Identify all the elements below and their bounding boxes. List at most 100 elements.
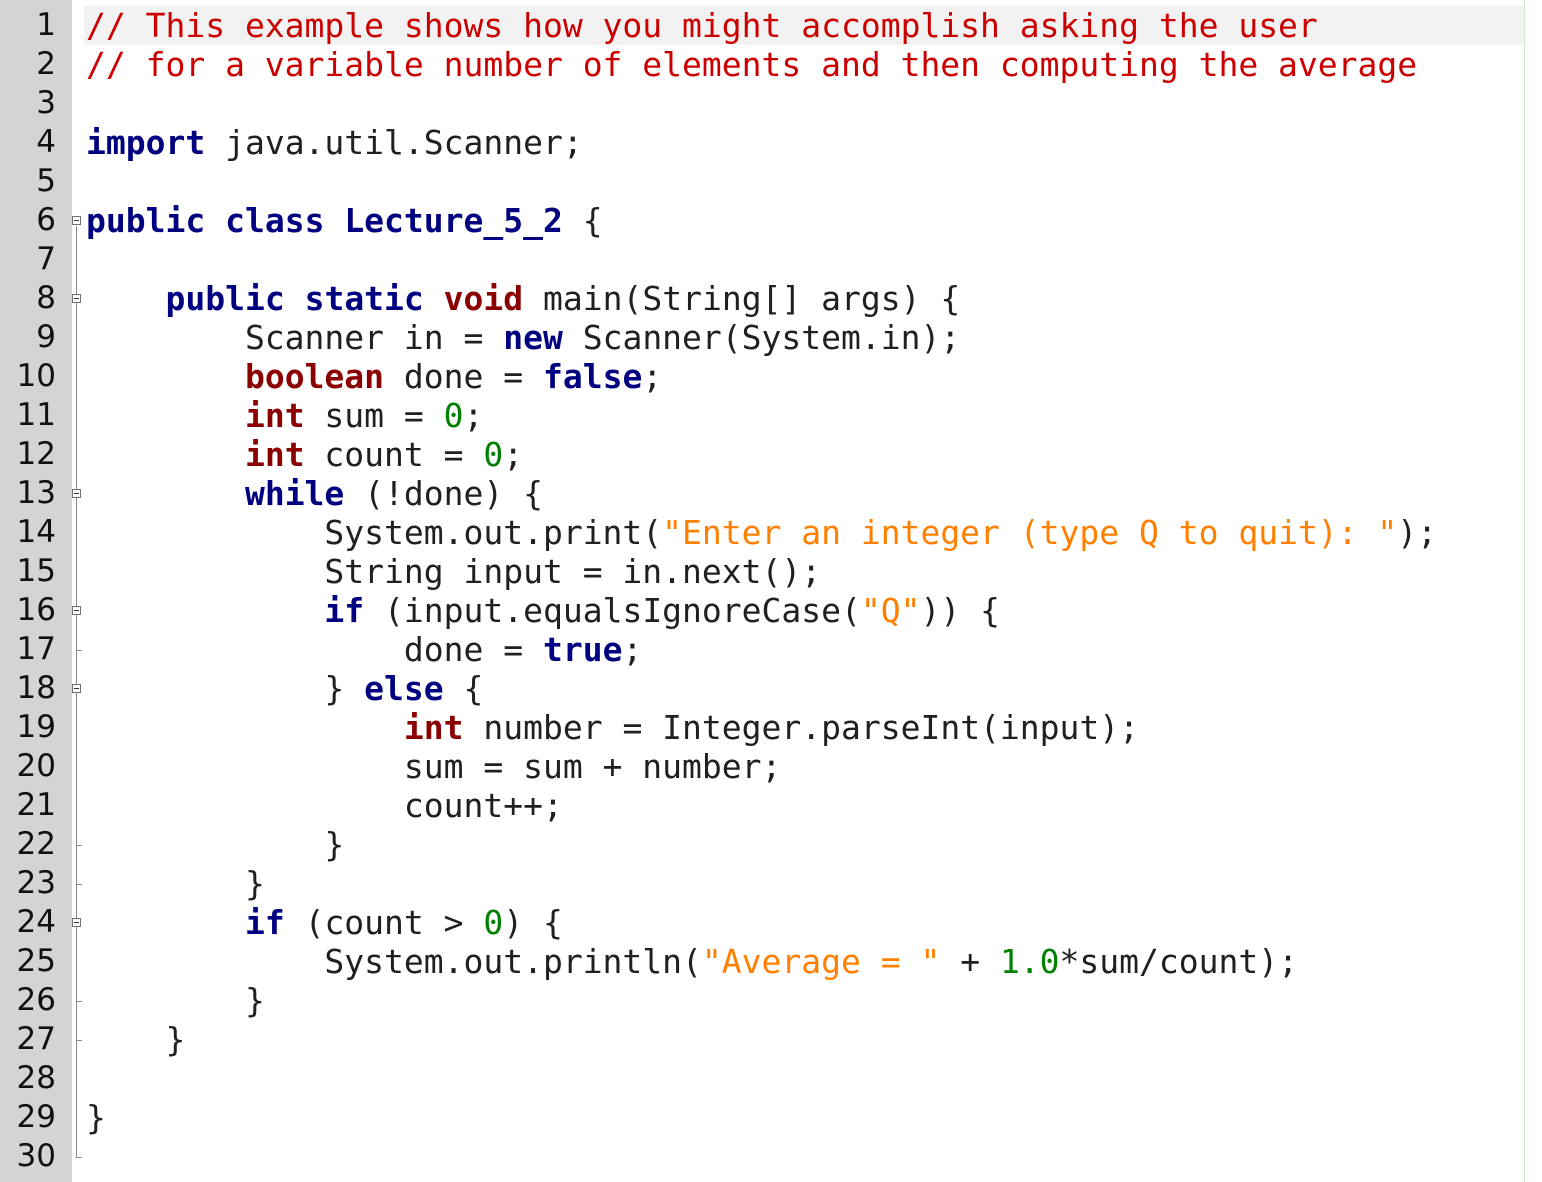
- right-margin-line: [1524, 0, 1525, 1182]
- line-number: 2: [36, 46, 56, 82]
- code-token: 1.0: [999, 942, 1060, 981]
- code-line[interactable]: // for a variable number of elements and…: [86, 45, 1516, 84]
- code-token: }: [86, 825, 345, 864]
- line-number: 17: [16, 631, 56, 667]
- code-line[interactable]: int sum = 0;: [86, 396, 1516, 435]
- code-token: }: [86, 1020, 186, 1059]
- code-line[interactable]: int number = Integer.parseInt(input);: [86, 708, 1516, 747]
- code-token: if: [244, 903, 285, 942]
- code-line[interactable]: int count = 0;: [86, 435, 1516, 474]
- line-number: 3: [36, 85, 56, 121]
- code-line[interactable]: Scanner in = new Scanner(System.in);: [86, 318, 1516, 357]
- line-number: 30: [16, 1138, 56, 1174]
- code-line[interactable]: }: [86, 1020, 1516, 1059]
- line-number: 19: [16, 709, 56, 745]
- code-token: +: [940, 942, 1000, 981]
- fold-toggle-icon-else[interactable]: [72, 684, 81, 693]
- code-token: 0: [443, 396, 464, 435]
- code-token: }: [86, 1098, 106, 1137]
- code-token: sum =: [304, 396, 444, 435]
- code-line[interactable]: ​: [86, 84, 1516, 123]
- line-number: 8: [36, 280, 56, 316]
- code-token: ;: [463, 396, 484, 435]
- code-line[interactable]: }: [86, 981, 1516, 1020]
- code-text-area[interactable]: // This example shows how you might acco…: [86, 6, 1516, 1176]
- fold-end-class: [76, 1157, 82, 1158]
- code-line[interactable]: public class Lecture_5_2 {: [86, 201, 1516, 240]
- code-line[interactable]: if (input.equalsIgnoreCase("Q")) {: [86, 591, 1516, 630]
- code-line[interactable]: String input = in.next();: [86, 552, 1516, 591]
- fold-end-if-count: [76, 1001, 82, 1002]
- code-line[interactable]: import java.util.Scanner;: [86, 123, 1516, 162]
- code-token: // This example shows how you might acco…: [86, 6, 1318, 45]
- code-line[interactable]: }: [86, 1098, 1516, 1137]
- code-token: class: [225, 201, 325, 240]
- code-token: 0: [483, 903, 504, 942]
- code-line[interactable]: public static void main(String[] args) {: [86, 279, 1516, 318]
- code-token: static: [304, 279, 424, 318]
- line-number: 29: [16, 1099, 56, 1135]
- fold-toggle-icon-if-count[interactable]: [72, 918, 81, 927]
- line-number-gutter: 1 2 3 4 5 6 7 8 9 10 11 12 13 14 15 16 17 18 19 20 21 22 23 24 2…: [0, 0, 72, 1182]
- code-token: Scanner in =: [86, 318, 504, 357]
- code-editor[interactable]: 1 2 3 4 5 6 7 8 9 10 11 12 13 14 15 16 17 18 19 20 21 22 23 24 2…: [0, 0, 1542, 1182]
- line-number: 5: [36, 163, 56, 199]
- code-token: }: [86, 669, 365, 708]
- fold-toggle-icon-class[interactable]: [72, 216, 81, 225]
- fold-toggle-icon-main[interactable]: [72, 294, 81, 303]
- code-line[interactable]: sum = sum + number;: [86, 747, 1516, 786]
- code-line[interactable]: ​: [86, 240, 1516, 279]
- code-token: )) {: [920, 591, 1000, 630]
- code-line[interactable]: } else {: [86, 669, 1516, 708]
- line-number: 24: [16, 904, 56, 940]
- code-token: }: [86, 981, 265, 1020]
- code-line[interactable]: if (count > 0) {: [86, 903, 1516, 942]
- code-token: public: [165, 279, 285, 318]
- line-number: 14: [16, 514, 56, 550]
- code-line[interactable]: while (!done) {: [86, 474, 1516, 513]
- code-token: );: [1397, 513, 1438, 552]
- line-number: 16: [16, 592, 56, 628]
- code-token: (input.equalsIgnoreCase(: [364, 591, 861, 630]
- code-token: void: [443, 279, 524, 318]
- code-token: ;: [642, 357, 663, 396]
- code-token: done =: [384, 357, 543, 396]
- code-token: Lecture_5_2: [344, 201, 563, 240]
- code-line[interactable]: ​: [86, 1137, 1516, 1176]
- code-token: new: [503, 318, 563, 357]
- code-line[interactable]: // This example shows how you might acco…: [86, 6, 1516, 45]
- fold-toggle-icon-while[interactable]: [72, 489, 81, 498]
- code-token: int: [403, 708, 464, 747]
- fold-toggle-icon-if[interactable]: [72, 606, 81, 615]
- code-line[interactable]: System.out.println("Average = " + 1.0*su…: [86, 942, 1516, 981]
- line-number: 9: [36, 319, 56, 355]
- code-line[interactable]: done = true;: [86, 630, 1516, 669]
- line-number: 11: [16, 397, 56, 433]
- code-line[interactable]: ​: [86, 162, 1516, 201]
- code-token: main(String[] args) {: [523, 279, 961, 318]
- code-token: String input = in.next();: [86, 552, 822, 591]
- code-line[interactable]: System.out.print("Enter an integer (type…: [86, 513, 1516, 552]
- line-number: 20: [16, 748, 56, 784]
- code-token: count =: [304, 435, 484, 474]
- code-token: // for a variable number of elements and…: [86, 45, 1418, 84]
- code-line[interactable]: ​: [86, 1059, 1516, 1098]
- code-line[interactable]: }: [86, 864, 1516, 903]
- line-number: 21: [16, 787, 56, 823]
- line-number: 7: [36, 241, 56, 277]
- code-line[interactable]: }: [86, 825, 1516, 864]
- code-token: import: [86, 123, 206, 162]
- line-numbers: 1 2 3 4 5 6 7 8 9 10 11 12 13 14 15 16 17 18 19 20 21 22 23 24 2…: [0, 6, 56, 1176]
- code-line[interactable]: count++;: [86, 786, 1516, 825]
- code-line[interactable]: boolean done = false;: [86, 357, 1516, 396]
- line-number: 25: [16, 943, 56, 979]
- code-token: "Average = ": [701, 942, 941, 981]
- code-token: int: [244, 396, 305, 435]
- code-token: else: [364, 669, 444, 708]
